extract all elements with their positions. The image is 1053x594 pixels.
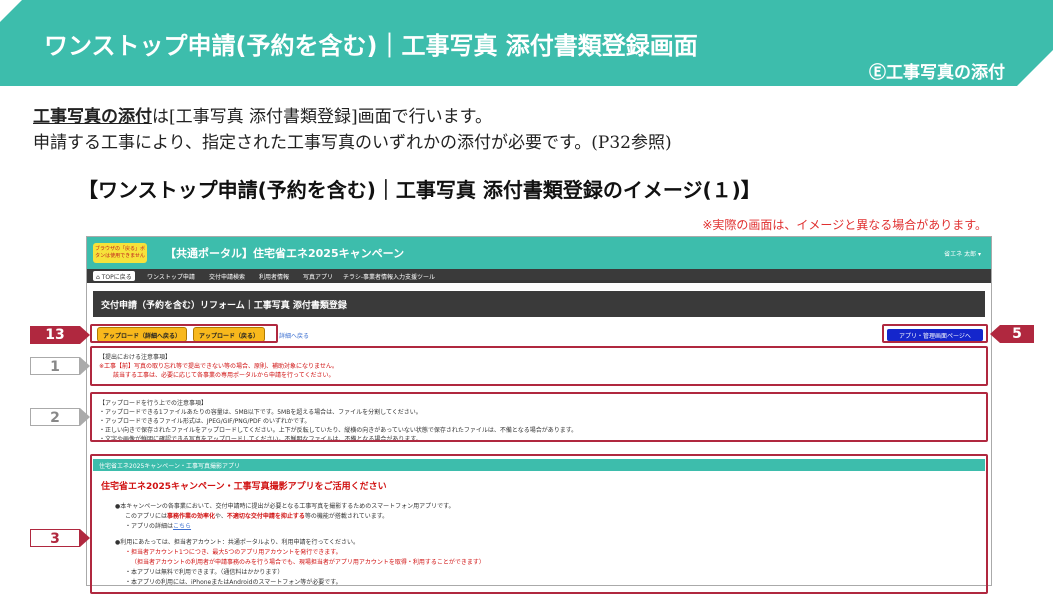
callout-5: 5 (1000, 325, 1034, 343)
callout-1-arrow (80, 357, 90, 375)
screen-page-heading: 交付申請（予約を含む）リフォーム｜工事写真 添付書類登録 (93, 291, 985, 317)
callout-5-arrow (990, 325, 1000, 343)
callout-13-arrow (80, 326, 90, 344)
intro-line2: 申請する工事により、指定された工事写真のいずれかの添付が必要です。(P32参照) (33, 133, 672, 153)
callout-3: 3 (30, 529, 80, 547)
nav-item-onestop[interactable]: ワンストップ申請 (147, 272, 195, 281)
nav-item-flyer-tool[interactable]: チラシ-事業者情報入力支援ツール (343, 272, 435, 281)
intro-strong: 工事写真の添付 (33, 107, 152, 127)
browser-back-warning-badge: ブラウザの「戻る」ボタンは使用できません (93, 243, 147, 263)
page-header-band: ワンストップ申請(予約を含む)｜工事写真 添付書類登録画面 Ⓔ工事写真の添付 (0, 0, 1053, 86)
nav-item-user-info[interactable]: 利用者情報 (259, 272, 289, 281)
nav-item-search[interactable]: 交付申請検索 (209, 272, 245, 281)
highlight-notice-submission (90, 346, 988, 386)
page-title: ワンストップ申請(予約を含む)｜工事写真 添付書類登録画面 (44, 32, 698, 60)
callout-2-arrow (80, 408, 90, 426)
highlight-upload-buttons (90, 324, 278, 343)
highlight-app-section (90, 454, 988, 594)
highlight-app-admin-button (882, 324, 988, 343)
intro-line1: は[工事写真 添付書類登録]画面で行います。 (152, 107, 492, 127)
nav-bar: ⌂ TOPに戻る ワンストップ申請 交付申請検索 利用者情報 写真アプリ チラシ… (87, 269, 991, 283)
intro-text: 工事写真の添付は[工事写真 添付書類登録]画面で行います。 申請する工事により、… (33, 104, 672, 156)
callout-13: 13 (30, 326, 80, 344)
callout-1: 1 (30, 357, 80, 375)
portal-header: ブラウザの「戻る」ボタンは使用できません 【共通ポータル】住宅省エネ2025キャ… (87, 237, 991, 269)
back-to-detail-link[interactable]: 詳細へ戻る (279, 331, 309, 340)
header-corner-triangle (0, 0, 22, 22)
nav-item-photo-app[interactable]: 写真アプリ (303, 272, 333, 281)
portal-title: 【共通ポータル】住宅省エネ2025キャンペーン (165, 247, 405, 260)
section-label: Ⓔ工事写真の添付 (869, 63, 1005, 83)
nav-top-label: TOPに戻る (101, 274, 132, 281)
disclaimer: ※実際の画面は、イメージと異なる場合があります。 (702, 218, 987, 232)
header-corner-triangle-right (1017, 50, 1053, 86)
user-menu[interactable]: 省エネ 太郎 ▾ (944, 249, 981, 258)
image-title: 【ワンストップ申請(予約を含む)｜工事写真 添付書類登録のイメージ(１)】 (78, 178, 761, 202)
nav-top-button[interactable]: ⌂ TOPに戻る (93, 271, 135, 281)
highlight-notice-upload (90, 392, 988, 442)
callout-2: 2 (30, 408, 80, 426)
callout-3-arrow (80, 529, 90, 547)
